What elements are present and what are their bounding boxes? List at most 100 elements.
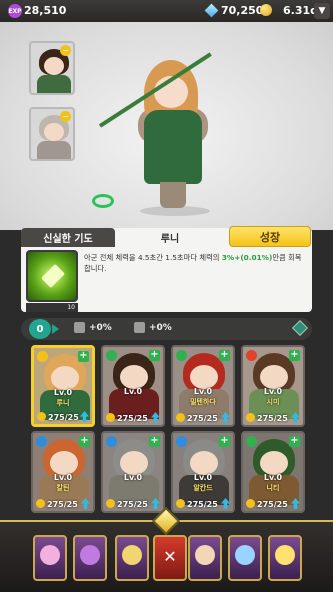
card-count: 275/25 <box>257 500 288 509</box>
hero-card[interactable]: + Lv.0 시미 275/25 <box>241 345 305 427</box>
hero-robe <box>144 110 202 184</box>
hero-name: 루니 <box>160 234 180 245</box>
plus-icon[interactable]: + <box>219 436 230 447</box>
skill-level-value: 10 <box>67 304 75 311</box>
plus-icon[interactable]: + <box>289 436 300 447</box>
card-level: Lv.0 <box>123 473 143 482</box>
card-face <box>120 451 148 475</box>
card-level: Lv.0 <box>193 473 213 482</box>
sword-icon <box>122 545 142 565</box>
card-level: Lv.0 <box>263 473 283 482</box>
nav-summon-button[interactable] <box>33 535 67 581</box>
element-water-icon <box>176 436 187 447</box>
hero-card[interactable]: + Lv.0 275/25 <box>101 431 165 513</box>
portrait-badge-icon: − <box>60 111 71 122</box>
portrait-badge-icon: − <box>60 45 71 56</box>
portrait-face <box>44 57 64 75</box>
hero-card[interactable]: + Lv.0 칼틴 275/25 <box>31 431 95 513</box>
nav-magic-button[interactable] <box>228 535 262 581</box>
plus-icon[interactable]: + <box>79 436 90 447</box>
nav-heroes-button[interactable] <box>188 535 222 581</box>
nav-treasure-button[interactable] <box>268 535 302 581</box>
nav-close-button[interactable]: ✕ <box>153 535 187 581</box>
hero-character[interactable] <box>130 60 225 220</box>
staff-head-icon <box>92 194 114 208</box>
card-name: 루니 <box>56 399 70 407</box>
portrait-top[interactable]: − <box>29 41 75 95</box>
card-face <box>260 451 288 475</box>
card-count: 275/25 <box>48 413 79 422</box>
skill-desc-highlight: 3%+(0.01%) <box>221 253 273 262</box>
plus-icon[interactable]: + <box>149 350 160 361</box>
arrow-right-icon <box>52 324 59 334</box>
grow-button[interactable]: 성장 <box>229 226 311 247</box>
portrait-body <box>37 141 71 159</box>
star-icon <box>106 499 115 508</box>
card-face <box>190 365 218 389</box>
nav-sword-button[interactable] <box>115 535 149 581</box>
element-leaf-icon <box>246 436 257 447</box>
shield-icon <box>80 545 100 565</box>
card-count: 275/25 <box>187 414 218 423</box>
summon-icon <box>40 545 60 565</box>
attack-bonus: +0% <box>89 323 112 333</box>
star-icon <box>246 499 255 508</box>
element-sun-icon <box>37 351 48 362</box>
skill-level-bar: 10 <box>26 303 78 312</box>
card-face <box>120 365 148 389</box>
skill-icon[interactable] <box>26 250 78 302</box>
hero-card[interactable]: + Lv.0 알칸드 275/25 <box>171 431 235 513</box>
gem-icon <box>204 3 219 18</box>
card-level: Lv.0 <box>193 387 213 396</box>
treasure-icon <box>275 545 295 565</box>
skill-description: 아군 전체 체력을 4.5초간 1.5초마다 체력의 3%+(0.01%)만큼 … <box>84 252 306 274</box>
skill-desc-text: 아군 전체 체력을 4.5초간 1.5초마다 체력의 <box>84 253 222 262</box>
card-count: 275/25 <box>187 500 218 509</box>
card-name: 니티 <box>266 484 280 492</box>
attack-icon <box>74 322 85 333</box>
card-face <box>50 451 78 475</box>
star-icon <box>176 413 185 422</box>
skill-name-tab[interactable]: 신실한 기도 <box>21 228 115 247</box>
hero-card[interactable]: + Lv.0 밀텐하다 275/25 <box>171 345 235 427</box>
close-icon: ✕ <box>163 547 177 566</box>
gold-coin-icon <box>260 4 272 16</box>
hero-card[interactable]: + Lv.0 루니 275/25 <box>31 345 95 427</box>
gold-value: 6.31d <box>283 4 319 17</box>
exp-value: 28,510 <box>24 4 67 17</box>
element-water-icon <box>106 436 117 447</box>
plus-icon[interactable]: + <box>219 350 230 361</box>
hero-legs <box>160 182 186 208</box>
card-face <box>51 366 79 390</box>
menu-dropdown-button[interactable]: ▼ <box>314 3 330 19</box>
plus-icon[interactable]: + <box>289 350 300 361</box>
exp-icon: EXP <box>8 4 22 18</box>
card-name: 칼틴 <box>56 484 70 492</box>
defense-bonus: +0% <box>149 323 172 333</box>
plus-icon[interactable]: + <box>78 351 89 362</box>
hero-card[interactable]: + Lv.0 니티 275/25 <box>241 431 305 513</box>
card-face <box>190 451 218 475</box>
magic-icon <box>235 545 255 565</box>
star-icon <box>176 499 185 508</box>
card-name: 밀텐하다 <box>190 398 216 406</box>
element-water-icon <box>36 436 47 447</box>
card-name: 알칸드 <box>193 484 213 492</box>
defense-icon <box>134 322 145 333</box>
card-level: Lv.0 <box>123 387 143 396</box>
nav-shield-button[interactable] <box>73 535 107 581</box>
card-level: Lv.0 <box>53 473 73 482</box>
card-count: 275/25 <box>47 500 78 509</box>
card-count: 275/25 <box>257 414 288 423</box>
card-count: 275/25 <box>117 414 148 423</box>
hero-card[interactable]: + Lv.0 275/25 <box>101 345 165 427</box>
portrait-bottom[interactable]: − <box>29 107 75 161</box>
star-icon <box>246 413 255 422</box>
portrait-face <box>44 123 64 141</box>
top-bar: EXP 28,510 70,250 6.31d ▼ <box>0 0 333 22</box>
card-level: Lv.0 <box>53 388 73 397</box>
plus-icon[interactable]: + <box>149 436 160 447</box>
card-name: 시미 <box>266 398 280 406</box>
gem-value: 70,250 <box>221 4 264 17</box>
card-count: 275/25 <box>117 500 148 509</box>
